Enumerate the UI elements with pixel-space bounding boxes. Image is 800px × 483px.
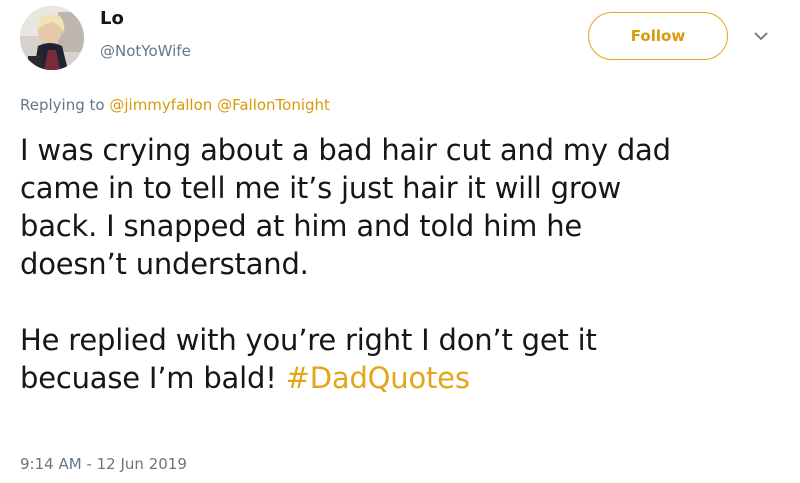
avatar[interactable] xyxy=(20,6,84,70)
tweet-date: 12 Jun 2019 xyxy=(96,455,187,473)
tweet-line: I was crying about a bad hair cut and my… xyxy=(20,133,671,167)
tweet-timestamp[interactable]: 9:14 AM - 12 Jun 2019 xyxy=(20,455,187,473)
tweet-line: He replied with you’re right I don’t get… xyxy=(20,323,597,357)
tweet-paragraph-2: He replied with you’re right I don’t get… xyxy=(20,321,780,397)
tweet-line: doesn’t understand. xyxy=(20,247,309,281)
tweet-line: came in to tell me it’s just hair it wil… xyxy=(20,171,622,205)
mention-jimmyfallon[interactable]: @jimmyfallon xyxy=(109,96,212,114)
tweet-line: back. I snapped at him and told him he xyxy=(20,209,583,243)
tweet-text: I was crying about a bad hair cut and my… xyxy=(20,131,780,397)
mention-fallontonight[interactable]: @FallonTonight xyxy=(217,96,330,114)
hashtag-link[interactable]: #DadQuotes xyxy=(286,361,470,395)
avatar-image xyxy=(20,6,84,70)
follow-button[interactable]: Follow xyxy=(588,12,728,60)
timestamp-separator: - xyxy=(86,455,92,473)
tweet-line: becuase I’m bald! xyxy=(20,361,277,395)
tweet-time: 9:14 AM xyxy=(20,455,82,473)
tweet-card: Lo @NotYoWife Follow Replying to @jimmyf… xyxy=(0,0,800,483)
replying-to: Replying to @jimmyfallon @FallonTonight xyxy=(20,96,330,114)
display-name[interactable]: Lo xyxy=(100,8,124,29)
tweet-paragraph-1: I was crying about a bad hair cut and my… xyxy=(20,131,780,283)
replying-to-label: Replying to xyxy=(20,96,105,114)
chevron-down-icon[interactable] xyxy=(751,28,771,44)
user-handle[interactable]: @NotYoWife xyxy=(100,42,191,60)
